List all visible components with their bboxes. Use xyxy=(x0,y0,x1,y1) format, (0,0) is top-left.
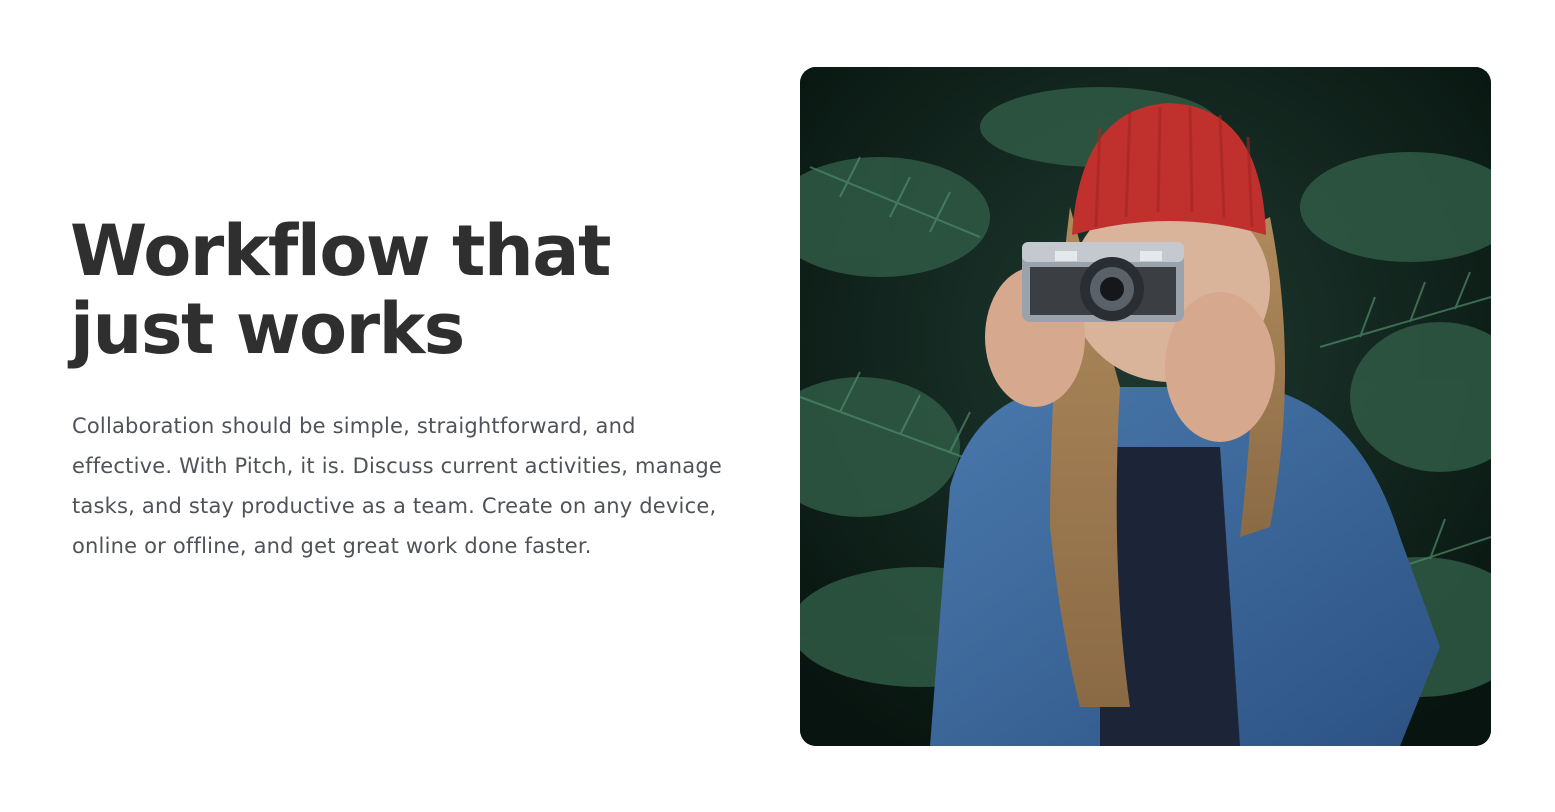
feature-photo xyxy=(800,67,1491,746)
feature-text: Workflow that just works Collaboration s… xyxy=(70,212,750,566)
photo-illustration xyxy=(800,67,1491,746)
feature-headline: Workflow that just works xyxy=(70,212,750,368)
feature-description: Collaboration should be simple, straight… xyxy=(72,414,723,558)
headline-line-2: just works xyxy=(70,288,465,370)
headline-line-1: Workflow that xyxy=(70,210,611,292)
feature-section: Workflow that just works Collaboration s… xyxy=(0,0,1555,812)
